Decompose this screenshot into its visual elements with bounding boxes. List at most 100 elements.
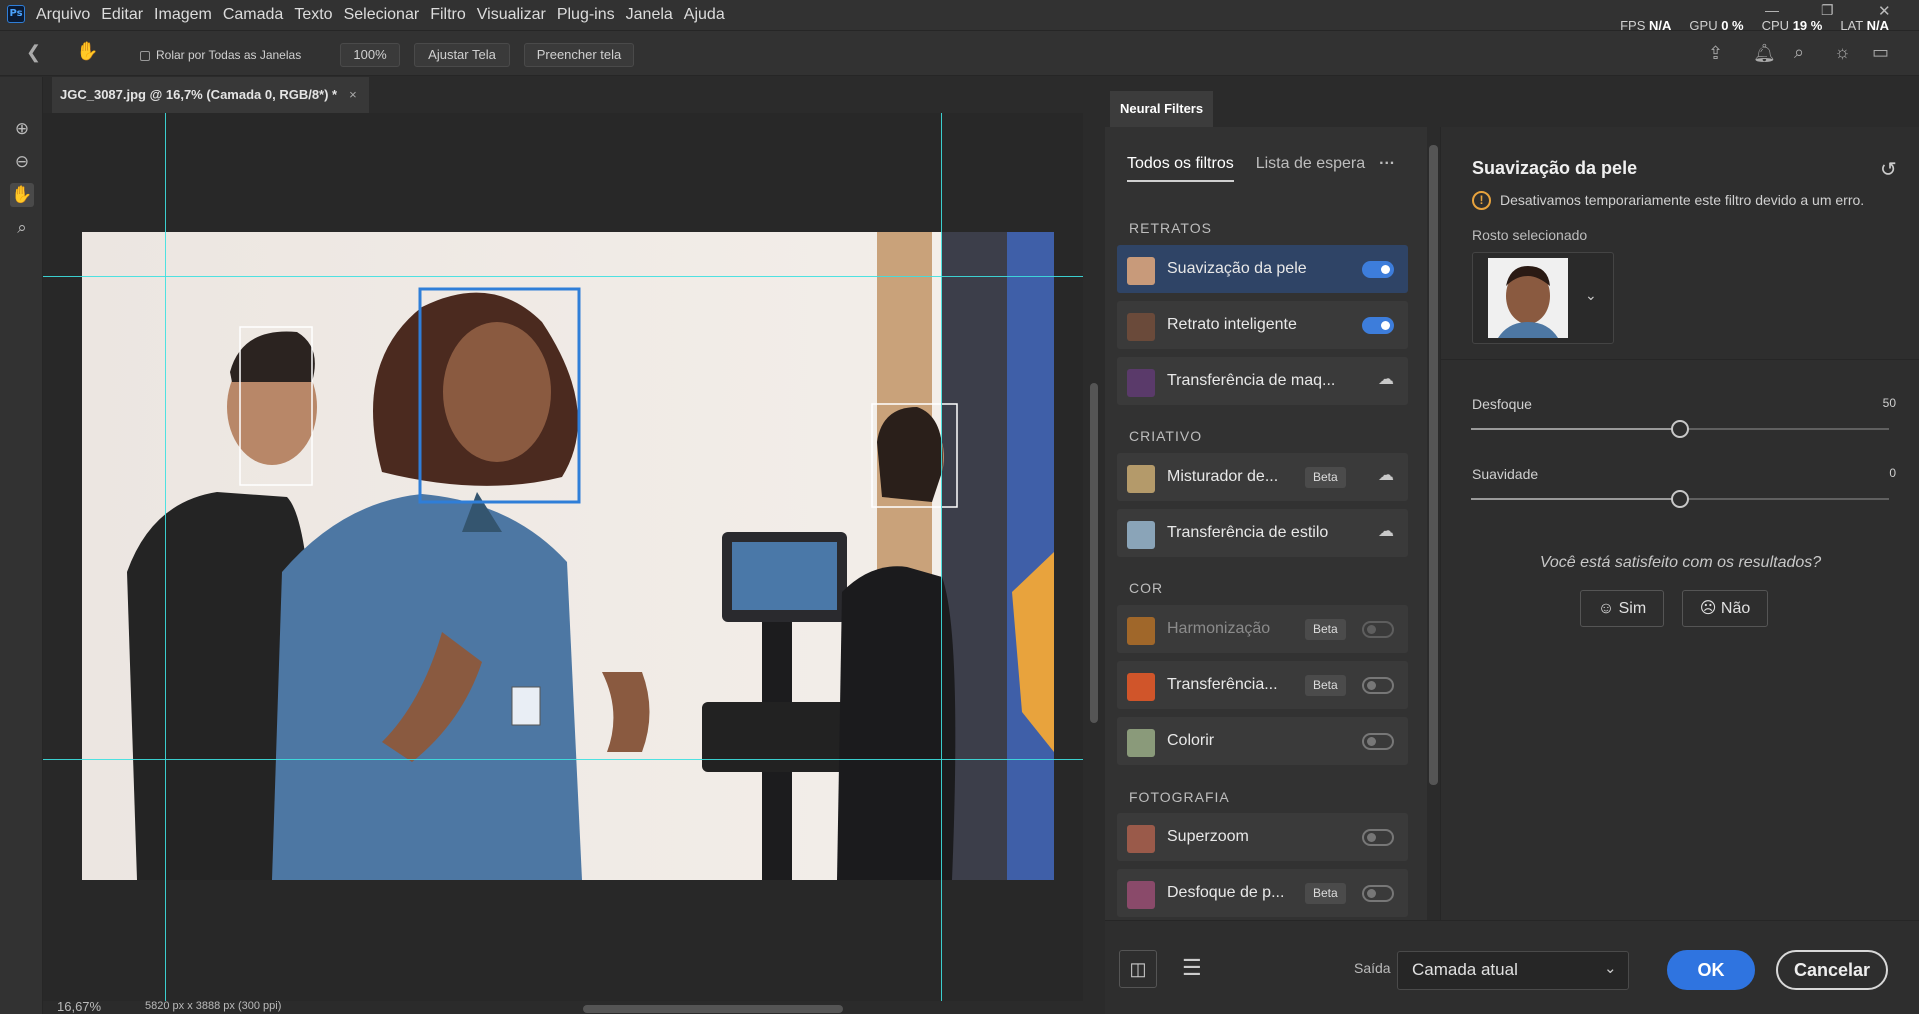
magnifier-icon[interactable]: ⌕	[10, 216, 34, 240]
document-info[interactable]: 5820 px x 3888 px (300 ppi)	[145, 1000, 281, 1012]
filter-toggle[interactable]	[1362, 621, 1394, 638]
photo-illustration	[82, 232, 1054, 880]
filter-label: Misturador de...	[1167, 468, 1279, 485]
guide-vertical-right[interactable]	[941, 113, 942, 1001]
filter-toggle[interactable]	[1362, 829, 1394, 846]
cloud-download-icon[interactable]: ☁	[1378, 465, 1394, 485]
canvas-area[interactable]	[43, 113, 1083, 1001]
filter-toggle[interactable]	[1362, 261, 1394, 278]
smoothness-value[interactable]: 0	[1876, 466, 1896, 480]
zoom-100-button[interactable]: 100%	[340, 43, 400, 67]
neural-filters-tab[interactable]: Neural Filters	[1110, 91, 1214, 127]
fill-screen-button[interactable]: Preencher tela	[524, 43, 634, 67]
share-icon[interactable]: ⇪	[1708, 43, 1723, 64]
minimize-icon[interactable]: —	[1765, 2, 1779, 18]
tab-all-filters[interactable]: Todos os filtros	[1127, 155, 1234, 182]
section-criativo: CRIATIVO	[1129, 428, 1203, 444]
zoom-level[interactable]: 16,67%	[57, 999, 101, 1014]
beta-badge: Beta	[1305, 883, 1346, 904]
cloud-download-icon[interactable]: ☁	[1378, 521, 1394, 541]
hand-icon[interactable]: ✋	[10, 183, 34, 207]
menu-selecionar[interactable]: Selecionar	[344, 6, 420, 24]
blur-slider[interactable]	[1471, 420, 1889, 438]
filter-style-transfer[interactable]: Transferência de estilo ☁	[1117, 509, 1408, 557]
cloud-download-icon[interactable]: ☁	[1378, 369, 1394, 389]
cancel-button[interactable]: Cancelar	[1776, 950, 1888, 990]
filter-toggle[interactable]	[1362, 677, 1394, 694]
smoothness-slider[interactable]	[1471, 490, 1889, 508]
smoothness-slider-knob[interactable]	[1671, 490, 1689, 508]
guide-horizontal-top[interactable]	[43, 276, 1083, 277]
filter-tabs: Todos os filtros Lista de espera ···	[1127, 155, 1395, 182]
bell-icon[interactable]: 🔔︎	[1753, 43, 1776, 64]
menu-ajuda[interactable]: Ajuda	[684, 6, 725, 24]
feedback-no-label: Não	[1720, 600, 1751, 617]
tab-waitlist[interactable]: Lista de espera	[1256, 155, 1365, 182]
filter-thumb	[1127, 825, 1155, 853]
filter-depth-blur[interactable]: Desfoque de p... Beta	[1117, 869, 1408, 917]
document-tab[interactable]: JGC_3087.jpg @ 16,7% (Camada 0, RGB/8*) …	[52, 77, 369, 113]
output-select[interactable]: Camada atual ⌄	[1397, 951, 1629, 990]
filter-smart-portrait[interactable]: Retrato inteligente	[1117, 301, 1408, 349]
smile-icon: ☺	[1597, 600, 1615, 617]
filter-landscape-mixer[interactable]: Misturador de... Beta ☁	[1117, 453, 1408, 501]
filter-toggle[interactable]	[1362, 885, 1394, 902]
filter-colorize[interactable]: Colorir	[1117, 717, 1408, 765]
menu-filtro[interactable]: Filtro	[430, 6, 466, 24]
menu-plugins[interactable]: Plug-ins	[557, 6, 615, 24]
menu-janela[interactable]: Janela	[626, 6, 673, 24]
filter-label: Colorir	[1167, 732, 1215, 749]
blur-slider-knob[interactable]	[1671, 420, 1689, 438]
filter-label: Transferência de estilo	[1167, 524, 1329, 541]
search-icon[interactable]: ⌕	[1794, 42, 1804, 63]
feedback-yes-button[interactable]: ☺ Sim	[1580, 590, 1664, 627]
filter-skin-smoothing[interactable]: Suavização da pele	[1117, 245, 1408, 293]
chevron-down-icon[interactable]: ⌄	[1585, 287, 1597, 304]
filter-harmonization[interactable]: Harmonização Beta	[1117, 605, 1408, 653]
photo-canvas[interactable]	[82, 232, 1054, 880]
blur-value[interactable]: 50	[1876, 396, 1896, 410]
beta-badge: Beta	[1305, 467, 1346, 488]
scroll-all-checkbox[interactable]	[140, 51, 150, 61]
blur-label: Desfoque	[1472, 396, 1532, 412]
guide-vertical-left[interactable]	[165, 113, 166, 1001]
filter-label: Harmonização	[1167, 620, 1271, 637]
filter-superzoom[interactable]: Superzoom	[1117, 813, 1408, 861]
lightbulb-icon[interactable]: ☼	[1834, 42, 1851, 63]
face-selector[interactable]: ⌄	[1472, 252, 1614, 344]
filter-toggle[interactable]	[1362, 317, 1394, 334]
reset-icon[interactable]: ↺	[1880, 157, 1897, 182]
compare-icon[interactable]: ◫	[1119, 950, 1157, 988]
close-tab-icon[interactable]: ×	[349, 77, 357, 112]
zoom-out-icon[interactable]: ⊖	[10, 150, 34, 174]
zoom-in-icon[interactable]: ⊕	[10, 117, 34, 141]
canvas-scroll-thumb[interactable]	[1090, 383, 1098, 723]
layers-icon[interactable]: ☰	[1182, 955, 1202, 981]
filter-label: Transferência...	[1167, 676, 1278, 693]
ok-button[interactable]: OK	[1667, 950, 1755, 990]
menu-camada[interactable]: Camada	[223, 6, 283, 24]
workspace-icon[interactable]: ▭	[1872, 42, 1889, 63]
horizontal-scroll-thumb[interactable]	[583, 1005, 843, 1013]
menu-visualizar[interactable]: Visualizar	[477, 6, 546, 24]
filter-toggle[interactable]	[1362, 733, 1394, 750]
menu-editar[interactable]: Editar	[101, 6, 143, 24]
more-options-icon[interactable]: ···	[1379, 155, 1395, 182]
filter-thumb	[1127, 729, 1155, 757]
menu-arquivo[interactable]: Arquivo	[36, 6, 90, 24]
close-window-icon[interactable]: ✕	[1878, 2, 1891, 20]
feedback-no-button[interactable]: ☹ Não	[1682, 590, 1768, 627]
canvas-scrollbar[interactable]	[1088, 113, 1100, 1001]
back-icon[interactable]: ❮	[26, 42, 41, 63]
fit-screen-button[interactable]: Ajustar Tela	[414, 43, 510, 67]
filter-makeup-transfer[interactable]: Transferência de maq... ☁	[1117, 357, 1408, 405]
filter-thumb	[1127, 313, 1155, 341]
menu-imagem[interactable]: Imagem	[154, 6, 212, 24]
menu-texto[interactable]: Texto	[294, 6, 332, 24]
filter-list-scroll-thumb[interactable]	[1429, 145, 1438, 785]
filter-color-transfer[interactable]: Transferência... Beta	[1117, 661, 1408, 709]
hand-tool-icon[interactable]: ✋	[76, 41, 98, 62]
guide-horizontal-bottom[interactable]	[43, 759, 1083, 760]
filter-list-scrollbar[interactable]	[1427, 127, 1440, 920]
restore-icon[interactable]: ❐	[1821, 2, 1834, 19]
